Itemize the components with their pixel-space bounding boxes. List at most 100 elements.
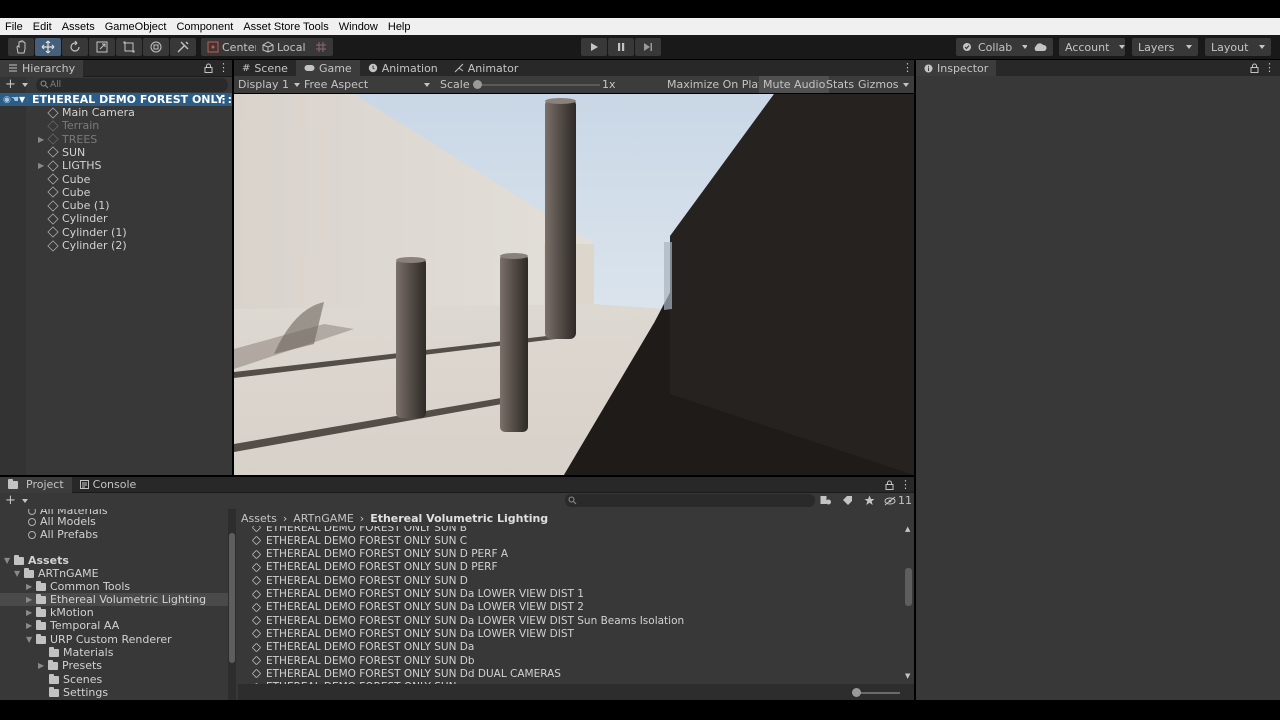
tab-scene[interactable]: # Scene (234, 60, 296, 77)
asset-item[interactable]: ETHEREAL DEMO FOREST ONLY SUN Db (251, 654, 475, 667)
tab-console[interactable]: Console (72, 477, 145, 493)
scroll-up-icon[interactable]: ▲ (905, 525, 910, 533)
pivot-local-button[interactable]: Local (256, 38, 312, 56)
grid-snap-button[interactable] (309, 38, 333, 56)
hierarchy-item[interactable]: Cylinder (38, 212, 108, 225)
asset-item[interactable]: ETHEREAL DEMO FOREST ONLY SUN D PERF (251, 561, 498, 574)
kebab-menu-icon[interactable]: ⋮ (218, 61, 229, 74)
maximize-on-play-toggle[interactable]: Maximize On Play (664, 76, 768, 93)
mute-audio-toggle[interactable]: Mute Audio (759, 76, 830, 93)
breadcrumb-item[interactable]: ARTnGAME (293, 512, 354, 525)
move-tool-button[interactable] (35, 38, 61, 56)
kebab-menu-icon[interactable]: ⋮ (902, 61, 913, 74)
rect-tool-button[interactable] (116, 38, 142, 56)
custom-tool-button[interactable] (170, 38, 196, 56)
project-tree-scrollbar[interactable] (228, 509, 236, 700)
hidden-packages-toggle[interactable]: 11 (884, 494, 912, 507)
hierarchy-search-input[interactable]: All (36, 78, 228, 92)
tree-materials[interactable]: Materials (49, 646, 113, 659)
tree-scenes[interactable]: Scenes (49, 673, 102, 686)
asset-list-scrollbar[interactable]: ▲ ▼ (903, 525, 913, 682)
transform-tool-button[interactable] (143, 38, 169, 56)
scale-tool-button[interactable] (89, 38, 115, 56)
hierarchy-item[interactable]: Cube (1) (38, 199, 109, 212)
fold-arrow-icon[interactable]: ▶ (38, 135, 46, 144)
tree-artngame[interactable]: ▼ ARTnGAME (14, 567, 99, 580)
asset-item[interactable]: ETHEREAL DEMO FOREST ONLY SUN D (251, 574, 468, 587)
asset-item[interactable]: ETHEREAL DEMO FOREST ONLY SUN Da LOWER V… (251, 614, 684, 627)
fold-arrow-icon[interactable]: ▶ (26, 621, 34, 630)
asset-item[interactable]: ETHEREAL DEMO FOREST ONLY SUN B (251, 526, 467, 534)
chevron-down-icon[interactable] (22, 499, 28, 503)
pause-button[interactable] (608, 38, 634, 56)
hierarchy-item[interactable]: ▶ TREES (38, 133, 97, 146)
fold-arrow-icon[interactable]: ▶ (26, 595, 34, 604)
play-button[interactable] (581, 38, 607, 56)
project-search-input[interactable] (565, 494, 815, 507)
asset-item[interactable]: ETHEREAL DEMO FOREST ONLY SUN Dd DUAL CA… (251, 667, 561, 680)
menu-edit[interactable]: Edit (28, 21, 57, 33)
tree-common-tools[interactable]: ▶ Common Tools (26, 580, 130, 593)
icon-size-slider[interactable] (852, 688, 900, 697)
kebab-menu-icon[interactable]: ⋮ (218, 93, 229, 106)
tab-animator[interactable]: Animator (446, 60, 527, 77)
tree-settings[interactable]: Settings (49, 686, 108, 699)
tab-game[interactable]: Game (295, 59, 360, 77)
tab-inspector[interactable]: Inspector (916, 59, 997, 77)
tree-temporal-aa[interactable]: ▶ Temporal AA (26, 619, 119, 632)
scrollbar-thumb[interactable] (229, 533, 235, 663)
hierarchy-item[interactable]: Cylinder (1) (38, 226, 127, 239)
favorite-item[interactable]: All Models (28, 515, 96, 528)
asset-item[interactable]: ETHEREAL DEMO FOREST ONLY SUN Da (251, 641, 474, 654)
aspect-dropdown[interactable]: Free Aspect (304, 76, 430, 93)
fold-arrow-icon[interactable]: ▶ (38, 161, 46, 170)
pick-hand-icon[interactable]: ☚ (11, 95, 19, 105)
chevron-down-icon[interactable] (22, 83, 28, 87)
tab-project[interactable]: Project (0, 476, 72, 493)
lock-icon[interactable] (204, 63, 213, 73)
scale-slider-handle[interactable] (473, 80, 482, 89)
tree-ethereal-volumetric-lighting[interactable]: ▶ Ethereal Volumetric Lighting (0, 593, 228, 606)
scroll-down-icon[interactable]: ▼ (905, 672, 910, 680)
create-asset-icon[interactable]: + (5, 494, 16, 507)
asset-item[interactable]: ETHEREAL DEMO FOREST ONLY SUN Da LOWER V… (251, 601, 584, 614)
menu-window[interactable]: Window (334, 21, 383, 33)
menu-asset-store-tools[interactable]: Asset Store Tools (238, 21, 333, 33)
hierarchy-item[interactable]: Terrain (38, 119, 99, 132)
tab-hierarchy[interactable]: Hierarchy (0, 59, 84, 77)
tree-presets[interactable]: ▶ Presets (38, 659, 102, 672)
layers-dropdown[interactable]: Layers (1132, 38, 1198, 56)
cloud-button[interactable] (1027, 38, 1053, 56)
lock-icon[interactable] (1250, 63, 1259, 73)
hierarchy-item[interactable]: Cube (38, 173, 90, 186)
fold-arrow-icon[interactable]: ▼ (4, 556, 12, 565)
fold-arrow-icon[interactable]: ▶ (38, 661, 46, 670)
fold-arrow-icon[interactable]: ▼ (19, 95, 25, 104)
asset-item[interactable]: ETHEREAL DEMO FOREST ONLY SUN C (251, 534, 467, 547)
hierarchy-item[interactable]: Main Camera (38, 106, 135, 119)
star-icon[interactable] (864, 495, 875, 506)
fold-arrow-icon[interactable]: ▶ (26, 608, 34, 617)
layout-dropdown[interactable]: Layout (1205, 38, 1271, 56)
menu-help[interactable]: Help (383, 21, 416, 33)
fold-arrow-icon[interactable]: ▼ (26, 635, 34, 644)
fold-arrow-icon[interactable]: ▼ (14, 569, 22, 578)
icon-size-slider-handle[interactable] (852, 688, 861, 697)
fold-arrow-icon[interactable]: ▶ (26, 582, 34, 591)
scrollbar-thumb[interactable] (905, 568, 912, 606)
gizmos-dropdown[interactable]: Gizmos (854, 76, 912, 93)
menu-component[interactable]: Component (171, 21, 238, 33)
filter-by-type-icon[interactable] (820, 495, 832, 506)
breadcrumb-item[interactable]: Assets (241, 512, 277, 525)
menu-assets[interactable]: Assets (57, 21, 100, 33)
menu-gameobject[interactable]: GameObject (100, 21, 172, 33)
asset-item[interactable]: ETHEREAL DEMO FOREST ONLY SUN Da LOWER V… (251, 627, 574, 640)
tree-kmotion[interactable]: ▶ kMotion (26, 606, 94, 619)
breadcrumb-item[interactable]: Ethereal Volumetric Lighting (370, 512, 548, 525)
hand-tool-button[interactable] (8, 38, 34, 56)
eye-icon[interactable]: ◉ (3, 95, 11, 105)
favorite-item[interactable]: All Prefabs (28, 528, 98, 541)
rotate-tool-button[interactable] (62, 38, 88, 56)
hierarchy-item[interactable]: Cube (38, 186, 90, 199)
account-dropdown[interactable]: Account (1059, 38, 1126, 56)
